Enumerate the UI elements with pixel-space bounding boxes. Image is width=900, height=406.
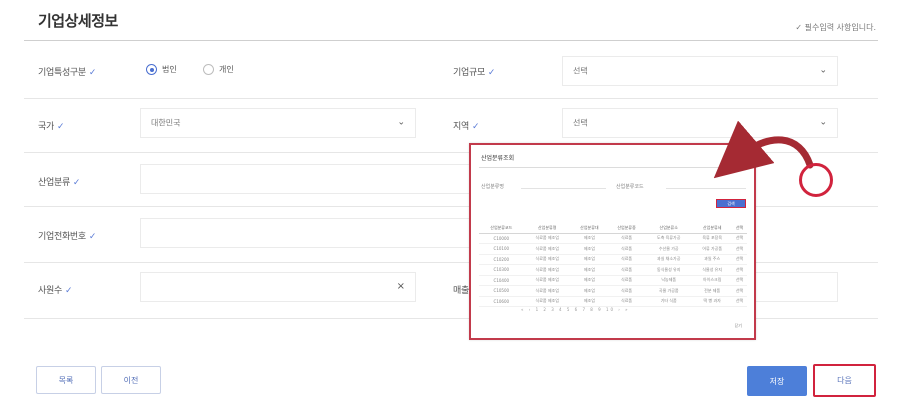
annotation-circle-icon: [799, 163, 833, 197]
annotation-arrow-icon: [713, 120, 814, 179]
